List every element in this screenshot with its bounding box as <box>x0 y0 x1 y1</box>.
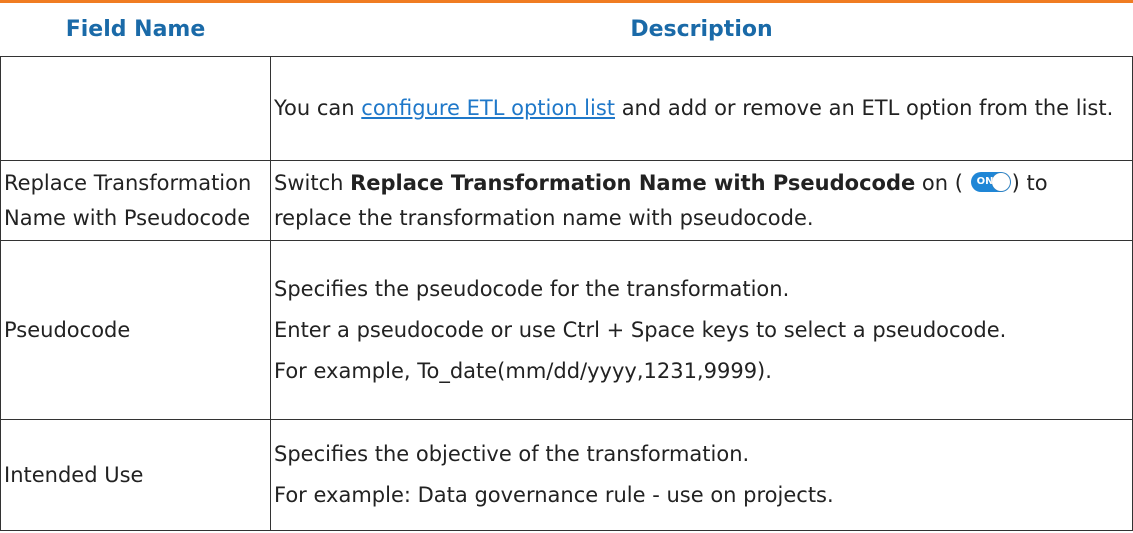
table-row: You can configure ETL option list and ad… <box>0 56 1133 161</box>
table-row: Replace Transformation Name with Pseudoc… <box>0 160 1133 241</box>
table-header-row: Field Name Description <box>1 3 1133 57</box>
table-row: Pseudocode Specifies the pseudocode for … <box>0 240 1133 420</box>
header-field-name: Field Name <box>65 17 206 42</box>
description-text: You can <box>274 96 362 120</box>
toggle-switch-on-icon: ON <box>970 171 1011 192</box>
field-name-cell <box>0 56 271 161</box>
description-cell: Switch Replace Transformation Name with … <box>270 160 1133 241</box>
option-name-bold: Replace Transformation Name with Pseudoc… <box>350 170 916 195</box>
toggle-on-label: ON <box>976 175 994 187</box>
table-row: Intended Use Specifies the objective of … <box>0 419 1133 531</box>
description-paragraph: Enter a pseudocode or use Ctrl + Space k… <box>274 317 1007 342</box>
configure-etl-option-list-link[interactable]: configure ETL option list <box>361 96 615 120</box>
description-text: and add or remove an ETL option from the… <box>615 96 1114 120</box>
description-paragraph: For example, To_date(mm/dd/yyyy,1231,999… <box>274 358 772 383</box>
description-cell: Specifies the objective of the transform… <box>270 419 1133 531</box>
field-name-cell: Replace Transformation Name with Pseudoc… <box>0 160 271 241</box>
field-name-cell: Intended Use <box>0 419 271 531</box>
description-cell: Specifies the pseudocode for the transfo… <box>270 240 1133 420</box>
description-paragraph: Specifies the objective of the transform… <box>274 442 750 466</box>
description-paragraph: Specifies the pseudocode for the transfo… <box>274 276 790 301</box>
field-description-table: Field Name Description You can configure… <box>0 3 1133 531</box>
header-description: Description <box>630 17 773 42</box>
description-text: on ( <box>915 170 963 195</box>
field-name-cell: Pseudocode <box>0 240 271 420</box>
description-text: Switch <box>274 170 351 195</box>
toggle-knob <box>991 172 1010 191</box>
description-cell: You can configure ETL option list and ad… <box>270 56 1133 161</box>
description-paragraph: For example: Data governance rule - use … <box>274 483 834 507</box>
